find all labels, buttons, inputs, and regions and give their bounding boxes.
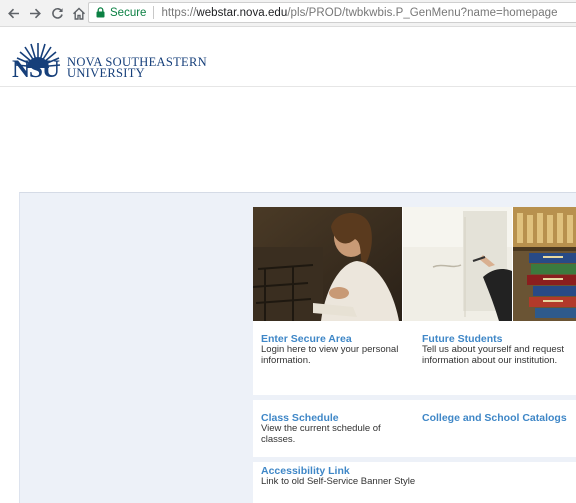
address-divider: [153, 6, 155, 19]
college-school-catalogs-link[interactable]: College and School Catalogs: [422, 412, 570, 424]
student-photo: [253, 207, 402, 321]
tile-catalogs: College and School Catalogs: [416, 400, 576, 457]
url-host: webstar.nova.edu: [196, 6, 288, 19]
banner-image: [253, 207, 576, 321]
tile-future-students: Future Students Tell us about yourself a…: [416, 321, 576, 395]
reload-icon[interactable]: [47, 3, 67, 23]
tile-row: Accessibility Link Link to old Self-Serv…: [253, 462, 576, 503]
tile-class-schedule: Class Schedule View the current schedule…: [253, 400, 416, 457]
tile-enter-secure-area: Enter Secure Area Login here to view you…: [253, 321, 416, 395]
whiteboard-photo: [403, 207, 512, 321]
browser-toolbar: Secure https://webstar.nova.edu/pls/PROD…: [0, 0, 576, 27]
enter-secure-area-description: Login here to view your personal informa…: [261, 344, 399, 366]
tile-accessibility: Accessibility Link Link to old Self-Serv…: [253, 462, 576, 503]
url-text[interactable]: https://webstar.nova.edu/pls/PROD/twbkwb…: [161, 7, 557, 19]
tile-row: Enter Secure Area Login here to view you…: [253, 321, 576, 395]
address-bar[interactable]: Secure https://webstar.nova.edu/pls/PROD…: [88, 2, 576, 23]
menu-content: Enter Secure Area Login here to view you…: [253, 207, 576, 503]
menu-tiles: Enter Secure Area Login here to view you…: [253, 321, 576, 503]
home-icon[interactable]: [69, 3, 89, 23]
site-header: NSU NOVA SOUTHEASTERN UNIVERSITY: [0, 27, 576, 87]
lock-icon: [93, 7, 107, 18]
class-schedule-description: View the current schedule of classes.: [261, 423, 381, 445]
library-books-photo: [513, 207, 576, 321]
accessibility-description: Link to old Self-Service Banner Style: [261, 476, 416, 487]
tile-row: Class Schedule View the current schedule…: [253, 400, 576, 457]
url-path: /pls/PROD/twbkwbis.P_GenMenu?name=homepa…: [287, 6, 558, 19]
arrow-right-icon[interactable]: [25, 3, 45, 23]
url-scheme: https://: [161, 6, 197, 19]
arrow-left-icon[interactable]: [3, 3, 23, 23]
logo-abbreviation: NSU: [12, 56, 60, 83]
logo-name-line2: UNIVERSITY: [67, 66, 145, 80]
future-students-description: Tell us about yourself and request infor…: [422, 344, 565, 366]
logo-university-name: NOVA SOUTHEASTERN UNIVERSITY: [67, 56, 207, 80]
secure-label: Secure: [110, 6, 147, 19]
nsu-logo[interactable]: NSU NOVA SOUTHEASTERN UNIVERSITY: [12, 30, 212, 83]
